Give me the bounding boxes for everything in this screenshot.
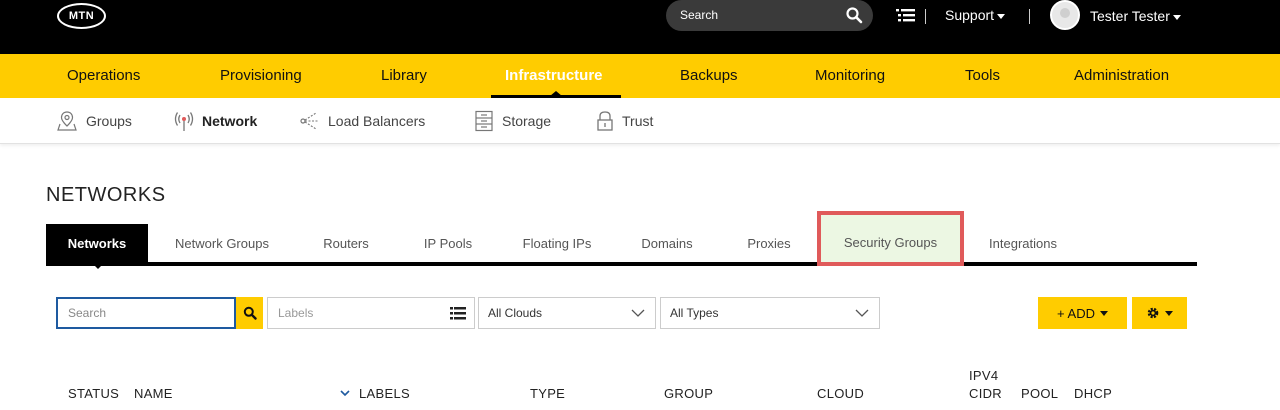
settings-button[interactable]	[1132, 297, 1187, 329]
subnav-item-network[interactable]: Network	[174, 110, 257, 132]
list-icon[interactable]	[896, 7, 916, 25]
column-header-labels[interactable]: LABELS	[359, 385, 410, 403]
avatar[interactable]	[1050, 0, 1080, 30]
active-arrow	[550, 91, 562, 96]
tab-network-groups[interactable]: Network Groups	[161, 224, 283, 262]
tab-bar: Networks Network Groups Routers IP Pools…	[46, 211, 1197, 269]
nav-item-backups[interactable]: Backups	[680, 67, 738, 84]
column-header-cloud[interactable]: CLOUD	[817, 385, 864, 403]
user-name: Tester Tester	[1090, 8, 1170, 24]
tab-label: Integrations	[989, 235, 1057, 251]
sort-chevron-icon[interactable]	[340, 390, 350, 397]
support-label: Support	[945, 7, 995, 23]
active-tab-arrow	[91, 262, 105, 269]
add-label: + ADD	[1057, 305, 1095, 321]
nav-item-monitoring[interactable]: Monitoring	[815, 67, 885, 84]
load-balancer-icon	[300, 112, 318, 130]
page-title: NETWORKS	[46, 184, 166, 206]
search-placeholder: Search	[68, 306, 107, 320]
tab-label: Networks	[67, 235, 127, 251]
column-header-dhcp[interactable]: DHCP	[1074, 385, 1112, 403]
logo-text: MTN	[68, 10, 95, 22]
sub-nav: Groups Network Load Balancers Storage Tr…	[0, 98, 1280, 144]
chevron-down-icon	[855, 309, 869, 317]
tab-domains[interactable]: Domains	[626, 224, 708, 262]
gear-icon	[1147, 307, 1159, 319]
tab-label: Domains	[641, 235, 693, 251]
storage-icon	[475, 110, 493, 132]
chevron-down-icon	[1172, 14, 1181, 20]
divider	[1029, 9, 1030, 24]
chevron-down-icon	[1165, 310, 1173, 316]
mtn-logo[interactable]: MTN	[57, 3, 106, 29]
tab-label: Floating IPs	[522, 235, 592, 251]
search-button[interactable]	[236, 297, 263, 329]
nav-item-administration[interactable]: Administration	[1074, 67, 1169, 84]
subnav-label: Load Balancers	[328, 113, 426, 129]
clouds-select[interactable]: All Clouds	[478, 297, 656, 329]
column-header-ipv4[interactable]: IPV4	[969, 367, 998, 385]
tab-security-groups[interactable]: Security Groups	[817, 211, 964, 266]
tab-integrations[interactable]: Integrations	[976, 224, 1070, 262]
nav-item-provisioning[interactable]: Provisioning	[220, 67, 302, 84]
subnav-item-groups[interactable]: Groups	[56, 110, 132, 132]
tab-label: Security Groups	[843, 235, 938, 250]
user-menu[interactable]: Tester Tester	[1090, 8, 1181, 24]
list-icon[interactable]	[450, 306, 466, 321]
subnav-label: Groups	[86, 113, 132, 129]
column-header-type[interactable]: TYPE	[530, 385, 565, 403]
subnav-label: Storage	[502, 113, 552, 129]
lock-icon	[597, 111, 613, 131]
main-nav: Operations Provisioning Library Infrastr…	[0, 54, 1280, 98]
antenna-icon	[174, 112, 194, 131]
tab-routers[interactable]: Routers	[304, 224, 388, 262]
add-button[interactable]: + ADD	[1038, 297, 1127, 329]
search-icon	[243, 306, 257, 320]
global-search-placeholder: Search	[680, 8, 719, 22]
top-bar: MTN Search Support Tester Tester	[0, 0, 1280, 54]
column-header-cidr[interactable]: CIDR	[969, 385, 1002, 403]
chevron-down-icon	[631, 309, 645, 317]
divider	[925, 9, 926, 24]
subnav-label: Trust	[622, 113, 654, 129]
subnav-item-storage[interactable]: Storage	[474, 110, 551, 132]
column-header-pool[interactable]: POOL	[1021, 385, 1058, 403]
tab-networks[interactable]: Networks	[46, 224, 148, 269]
types-select[interactable]: All Types	[660, 297, 880, 329]
nav-item-infrastructure[interactable]: Infrastructure	[505, 67, 603, 84]
map-pin-icon	[57, 111, 77, 131]
search-icon[interactable]	[845, 6, 863, 24]
column-header-group[interactable]: GROUP	[664, 385, 713, 403]
subnav-item-load-balancers[interactable]: Load Balancers	[300, 110, 425, 132]
nav-item-operations[interactable]: Operations	[67, 67, 140, 84]
tab-label: Network Groups	[175, 235, 269, 251]
labels-placeholder: Labels	[278, 306, 314, 320]
tab-ip-pools[interactable]: IP Pools	[406, 224, 490, 262]
tab-proxies[interactable]: Proxies	[729, 224, 809, 262]
tab-floating-ips[interactable]: Floating IPs	[512, 224, 602, 262]
column-header-name[interactable]: NAME	[134, 385, 173, 403]
column-header-status[interactable]: STATUS	[68, 385, 119, 403]
subnav-item-trust[interactable]: Trust	[596, 110, 653, 132]
support-menu[interactable]: Support	[945, 7, 1006, 23]
nav-item-library[interactable]: Library	[381, 67, 427, 84]
global-search[interactable]: Search	[666, 0, 873, 31]
labels-input[interactable]: Labels	[267, 297, 475, 329]
subnav-label: Network	[202, 113, 258, 129]
tab-label: Proxies	[747, 235, 791, 251]
types-value: All Types	[670, 306, 719, 320]
tab-label: IP Pools	[423, 235, 473, 251]
clouds-value: All Clouds	[488, 306, 543, 320]
nav-item-tools[interactable]: Tools	[965, 67, 1000, 84]
chevron-down-icon	[997, 13, 1006, 19]
tab-label: Routers	[323, 235, 369, 251]
search-input[interactable]: Search	[56, 297, 236, 329]
chevron-down-icon	[1099, 310, 1108, 316]
